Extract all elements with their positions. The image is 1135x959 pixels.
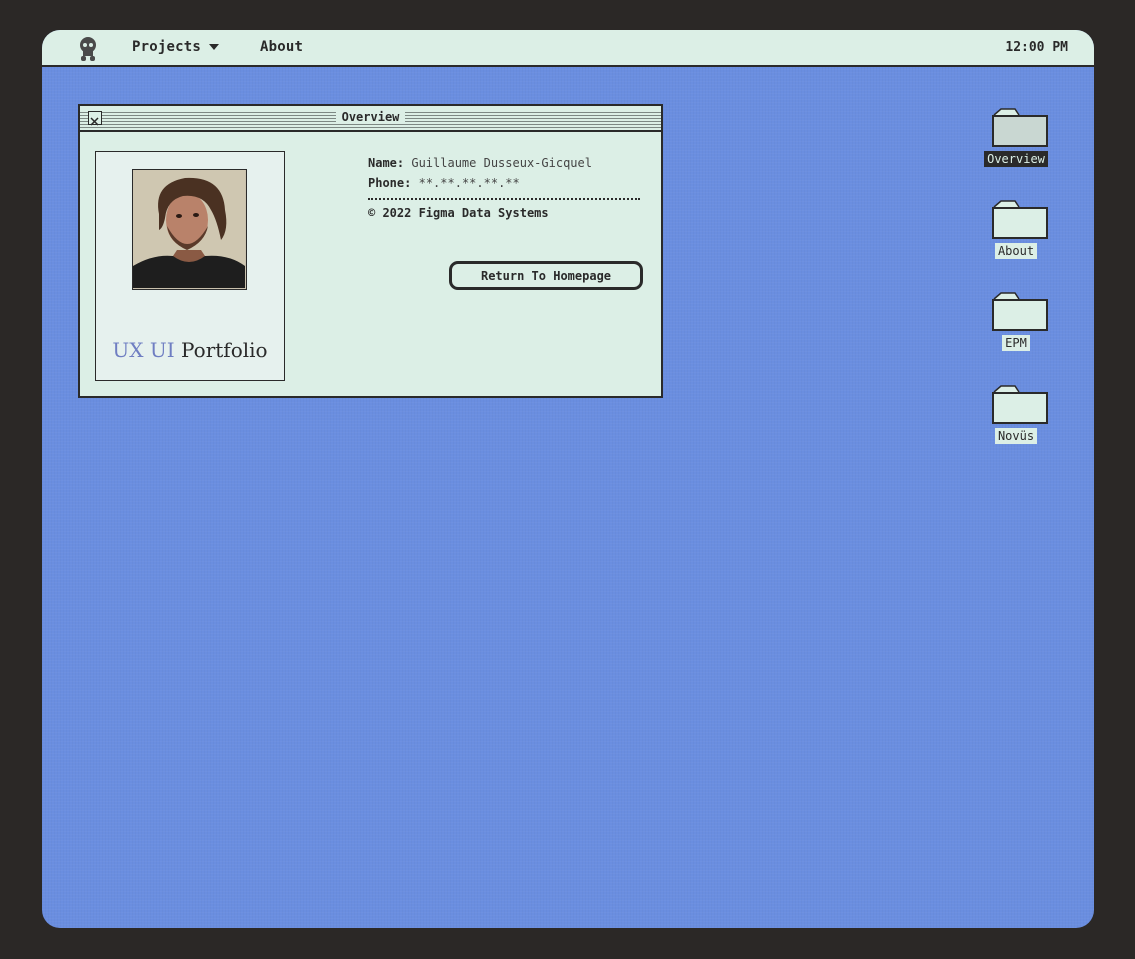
folder-icon xyxy=(992,200,1048,239)
menu-projects[interactable]: Projects xyxy=(132,39,220,55)
desktop-icon-overview[interactable]: Overview xyxy=(960,108,1050,178)
name-value: Guillaume Dusseux-Gicquel xyxy=(411,156,592,170)
contact-info: Name: Guillaume Dusseux-Gicquel Phone: *… xyxy=(368,156,640,220)
portrait-image xyxy=(133,170,245,288)
portfolio-card: UX UI Portfolio xyxy=(95,151,285,381)
window-title: Overview xyxy=(80,110,661,124)
folder-icon xyxy=(992,385,1048,424)
skull-icon[interactable] xyxy=(78,36,98,62)
caret-down-icon xyxy=(209,44,220,50)
menu-clock: 12:00 PM xyxy=(1005,40,1068,55)
phone-key: Phone: xyxy=(368,176,412,190)
portfolio-title: UX UI Portfolio xyxy=(96,338,284,362)
phone-row: Phone: **.**.**.**.** xyxy=(368,176,640,196)
profile-photo xyxy=(132,169,247,290)
overview-window: Overview UX UI Portfolio Name: Guillaume… xyxy=(78,104,663,398)
dotted-divider xyxy=(368,198,640,200)
name-key: Name: xyxy=(368,156,405,170)
desktop-icon-epm[interactable]: EPM xyxy=(960,292,1050,362)
window-titlebar[interactable]: Overview xyxy=(80,106,661,132)
return-homepage-button[interactable]: Return To Homepage xyxy=(449,261,643,290)
folder-icon xyxy=(992,108,1048,147)
desktop-icon-novus[interactable]: Novüs xyxy=(960,385,1050,455)
menu-bar: Projects About 12:00 PM xyxy=(42,30,1094,67)
desktop-icon-label: Overview xyxy=(960,151,1072,167)
desktop-icon-label: About xyxy=(960,243,1072,259)
folder-icon xyxy=(992,292,1048,331)
desktop-screen: Projects About 12:00 PM Overview UX UI P… xyxy=(42,30,1094,928)
name-row: Name: Guillaume Dusseux-Gicquel xyxy=(368,156,640,176)
menu-about[interactable]: About xyxy=(260,39,303,55)
desktop-icon-label: EPM xyxy=(960,335,1072,351)
desktop-icon-about[interactable]: About xyxy=(960,200,1050,270)
phone-value: **.**.**.**.** xyxy=(418,176,520,190)
desktop-icon-label: Novüs xyxy=(960,428,1072,444)
menu-projects-label: Projects xyxy=(132,39,202,55)
portfolio-title-word: Portfolio xyxy=(181,338,268,362)
copyright-text: © 2022 Figma Data Systems xyxy=(368,206,549,220)
portfolio-title-ux: UX UI xyxy=(112,338,175,362)
